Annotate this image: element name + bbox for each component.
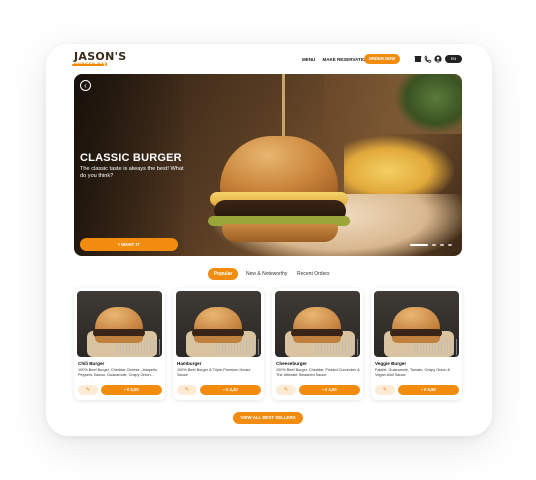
tab-popular[interactable]: Popular bbox=[208, 268, 238, 280]
header: JASON'S BURGER BAR MENU MAKE RESERVATION… bbox=[72, 50, 464, 70]
edit-icon[interactable]: ✎ bbox=[276, 385, 296, 395]
add-to-cart-button[interactable]: ▪ € 5,90 bbox=[101, 385, 162, 395]
language-label: EN bbox=[450, 56, 457, 61]
hero-burger-bun-top bbox=[220, 136, 338, 200]
add-to-cart-button[interactable]: ▪ € 5,90 bbox=[398, 385, 459, 395]
product-image bbox=[374, 291, 459, 357]
product-card[interactable]: Chili Burger 100% Beef Burger, Cheddar C… bbox=[74, 288, 165, 400]
product-name: Chili Burger bbox=[78, 361, 105, 366]
add-to-cart-button[interactable]: ▪ € 4,90 bbox=[299, 385, 360, 395]
product-description: 100% Beef Burger & Triple-Premium House … bbox=[177, 368, 251, 377]
product-price: € 4,90 bbox=[325, 387, 337, 392]
product-name: Cheeseburger bbox=[276, 361, 307, 366]
user-icon[interactable] bbox=[434, 55, 442, 63]
nav-reservation-link[interactable]: MAKE RESERVATION bbox=[323, 57, 369, 62]
store-icon[interactable] bbox=[414, 55, 422, 63]
product-image bbox=[275, 291, 360, 357]
order-now-button[interactable]: ORDER NOW bbox=[364, 54, 400, 64]
tab-new-noteworthy[interactable]: New & Noteworthy bbox=[246, 268, 287, 280]
product-description: Falafel, Guacamole, Tomato, Crispy Onion… bbox=[375, 368, 451, 377]
i-want-it-button[interactable]: I WANT IT bbox=[80, 238, 178, 251]
product-name: Veggie Burger bbox=[375, 361, 407, 366]
product-image bbox=[176, 291, 261, 357]
brand-logo[interactable]: JASON'S BURGER BAR bbox=[72, 50, 126, 67]
product-image bbox=[77, 291, 162, 357]
hero-skewer bbox=[282, 74, 285, 142]
carousel-dot[interactable] bbox=[432, 244, 436, 246]
hero-title: CLASSIC BURGER bbox=[80, 152, 182, 164]
hero-burger-bun-bottom bbox=[222, 224, 338, 242]
hero-description: The classic taste is always the best! Wh… bbox=[80, 166, 184, 179]
carousel-dot[interactable] bbox=[440, 244, 444, 246]
product-description: 100% Beef Burger, Cheddar, Pickled Cucum… bbox=[276, 368, 360, 377]
screen: JASON'S BURGER BAR MENU MAKE RESERVATION… bbox=[58, 46, 476, 426]
hero-shade bbox=[74, 74, 184, 256]
product-name: Hamburger bbox=[177, 361, 202, 366]
product-price: € 5,90 bbox=[127, 387, 139, 392]
product-card[interactable]: Cheeseburger 100% Beef Burger, Cheddar, … bbox=[272, 288, 363, 400]
carousel-dot-active[interactable] bbox=[410, 244, 428, 246]
language-selector[interactable]: EN bbox=[445, 55, 462, 63]
product-tabs: Popular New & Noteworthy Recent Orders bbox=[208, 268, 348, 280]
phone-icon[interactable] bbox=[424, 55, 432, 63]
edit-icon[interactable]: ✎ bbox=[78, 385, 98, 395]
edit-icon[interactable]: ✎ bbox=[375, 385, 395, 395]
product-price: € 5,90 bbox=[424, 387, 436, 392]
product-card[interactable]: Veggie Burger Falafel, Guacamole, Tomato… bbox=[371, 288, 462, 400]
stage: JASON'S BURGER BAR MENU MAKE RESERVATION… bbox=[0, 0, 536, 480]
add-to-cart-button[interactable]: ▪ € 4,40 bbox=[200, 385, 261, 395]
edit-icon[interactable]: ✎ bbox=[177, 385, 197, 395]
hero-bg-plant bbox=[394, 74, 462, 134]
nav-menu-link[interactable]: MENU bbox=[302, 57, 315, 62]
tab-recent-orders[interactable]: Recent Orders bbox=[297, 268, 330, 280]
view-all-best-sellers-button[interactable]: VIEW ALL BEST SELLERS bbox=[233, 412, 303, 424]
product-grid: Chili Burger 100% Beef Burger, Cheddar C… bbox=[74, 288, 464, 400]
brand-tagline: BURGER BAR bbox=[74, 62, 109, 67]
product-price: € 4,40 bbox=[226, 387, 238, 392]
carousel-dot[interactable] bbox=[448, 244, 452, 246]
hero-banner: ‹ CLASSIC BURGER The classic taste is al… bbox=[74, 74, 462, 256]
product-description: 100% Beef Burger, Cheddar Cheese, Jalape… bbox=[78, 368, 158, 377]
carousel-indicators bbox=[410, 244, 460, 247]
product-card[interactable]: Hamburger 100% Beef Burger & Triple-Prem… bbox=[173, 288, 264, 400]
chevron-left-icon[interactable]: ‹ bbox=[80, 80, 91, 91]
